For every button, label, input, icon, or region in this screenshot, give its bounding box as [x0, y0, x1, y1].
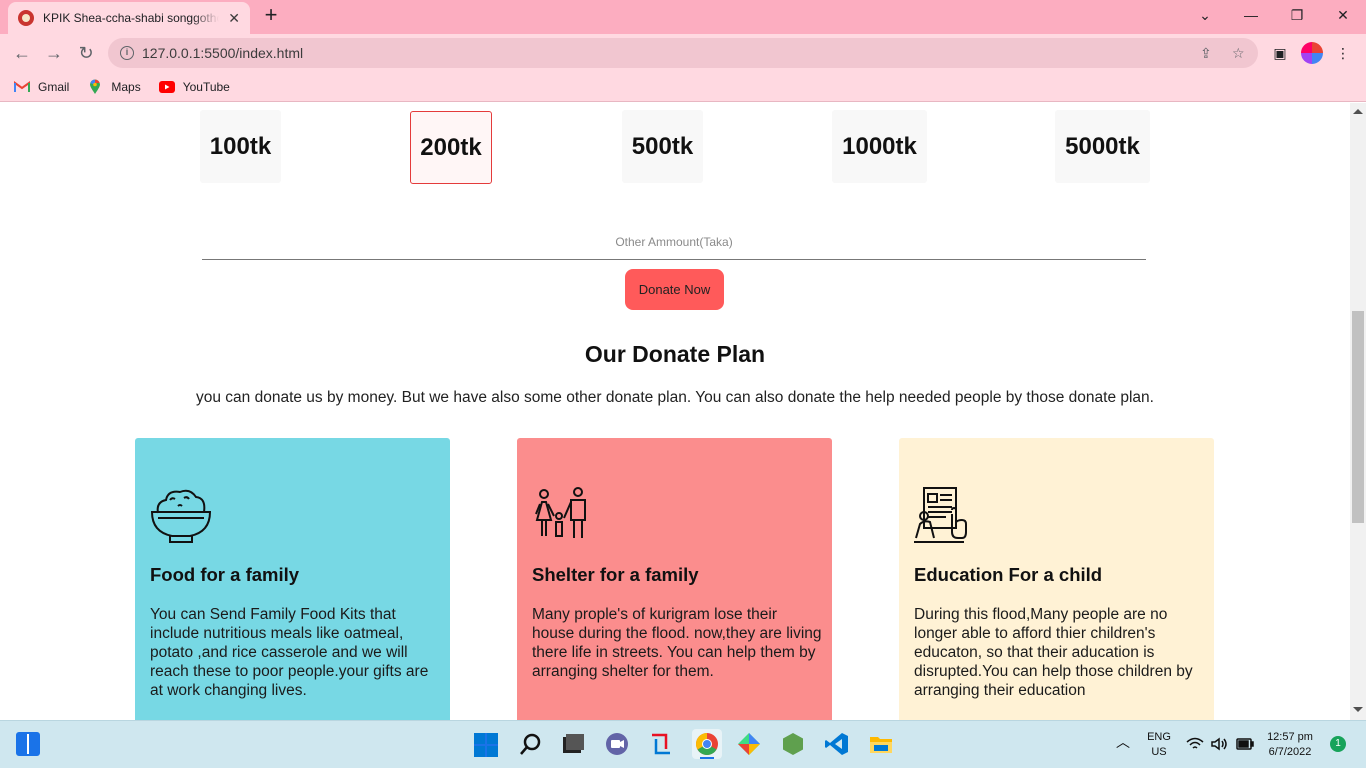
clock-time: 12:57 pm [1267, 731, 1313, 743]
profile-avatar[interactable] [1301, 42, 1323, 64]
donate-now-button[interactable]: Donate Now [625, 269, 724, 310]
clock[interactable]: 12:57 pm 6/7/2022 [1262, 730, 1318, 760]
clock-date: 6/7/2022 [1268, 746, 1312, 758]
tab-active[interactable]: KPIK Shea-ccha-shabi songgothon ✕ [8, 2, 250, 34]
tab-title: KPIK Shea-ccha-shabi songgothon [43, 11, 219, 25]
chrome-icon[interactable] [692, 729, 722, 759]
reload-icon[interactable]: ↻ [73, 40, 99, 66]
card-title: Education For a child [914, 564, 1103, 585]
amount-option-5000[interactable]: 5000tk [1055, 110, 1150, 183]
card-text: Many prople's of kurigram lose their hou… [532, 606, 822, 680]
scroll-down-icon[interactable] [1353, 707, 1363, 712]
bookmark-label: YouTube [182, 79, 230, 94]
family-icon [532, 486, 594, 544]
page-scrollbar[interactable] [1350, 103, 1366, 720]
language-indicator[interactable]: ENG US [1142, 730, 1176, 760]
amount-option-1000[interactable]: 1000tk [832, 110, 927, 183]
minimize-button[interactable]: — [1228, 4, 1274, 28]
side-panel-icon[interactable]: ▣ [1270, 43, 1290, 63]
education-icon [914, 486, 976, 544]
site-favicon-icon [18, 10, 34, 26]
url-text: 127.0.0.1:5500/index.html [142, 45, 304, 61]
tray-overflow-icon[interactable]: ︿ [1116, 735, 1130, 750]
volume-icon[interactable] [1210, 737, 1228, 756]
maps-icon [87, 79, 103, 94]
scroll-thumb[interactable] [1352, 311, 1364, 523]
amount-option-200[interactable]: 200tk [410, 111, 492, 184]
back-icon[interactable]: ← [9, 40, 35, 66]
tab-close-icon[interactable]: ✕ [228, 10, 240, 27]
windows-start-icon[interactable] [474, 733, 498, 757]
site-info-icon[interactable]: i [120, 46, 134, 60]
plan-card-shelter: Shelter for a family Many prople's of ku… [517, 438, 832, 720]
tab-strip: KPIK Shea-ccha-shabi songgothon ✕ + ⌄ — … [0, 0, 1366, 34]
bookmark-youtube[interactable]: YouTube [158, 79, 230, 94]
notification-badge[interactable]: 1 [1330, 736, 1346, 752]
section-title: Our Donate Plan [584, 341, 766, 367]
battery-icon[interactable] [1236, 738, 1254, 755]
taskbar: ︿ ENG US 12:57 pm 6/7/2022 1 [0, 720, 1366, 768]
card-title: Shelter for a family [532, 564, 699, 585]
nodejs-icon[interactable] [780, 731, 806, 757]
bookmark-star-icon[interactable]: ☆ [1232, 45, 1245, 62]
plan-card-education: Education For a child During this flood,… [899, 438, 1214, 720]
new-tab-button[interactable]: + [260, 4, 282, 28]
amount-option-500[interactable]: 500tk [622, 110, 703, 183]
card-text: During this flood,Many people are no lon… [914, 606, 1193, 699]
scroll-up-icon[interactable] [1353, 109, 1363, 114]
search-icon[interactable] [518, 731, 544, 757]
bookmark-label: Gmail [38, 79, 70, 94]
page-content: 100tk 200tk 500tk 1000tk 5000tk Other Am… [0, 103, 1350, 720]
gmail-icon [14, 80, 30, 94]
amount-option-100[interactable]: 100tk [200, 110, 281, 183]
address-bar[interactable]: i 127.0.0.1:5500/index.html ⇪ ☆ [108, 38, 1258, 68]
card-title: Food for a family [150, 564, 300, 585]
card-text: You can Send Family Food Kits that inclu… [150, 606, 429, 699]
browser-window: KPIK Shea-ccha-shabi songgothon ✕ + ⌄ — … [0, 0, 1366, 720]
bookmark-gmail[interactable]: Gmail [14, 80, 69, 94]
youtube-icon [158, 80, 175, 94]
bookmark-label: Maps [111, 79, 141, 94]
input-underline [202, 259, 1146, 260]
bookmark-maps[interactable]: Maps [87, 79, 141, 94]
browser-toolbar: ← → ↻ i 127.0.0.1:5500/index.html ⇪ ☆ ▣ … [0, 34, 1366, 72]
region-code: US [1151, 746, 1167, 758]
close-window-button[interactable]: ✕ [1320, 4, 1366, 28]
vscode-icon[interactable] [824, 731, 850, 757]
share-icon[interactable]: ⇪ [1200, 45, 1212, 62]
snipping-tool-icon[interactable] [648, 731, 674, 757]
file-explorer-icon[interactable] [868, 731, 894, 757]
widgets-icon[interactable] [16, 732, 40, 756]
tab-search-icon[interactable]: ⌄ [1182, 4, 1228, 28]
language-code: ENG [1147, 731, 1171, 743]
wifi-icon[interactable] [1186, 737, 1204, 754]
app-icon[interactable] [736, 731, 762, 757]
other-amount-input[interactable]: Other Ammount(Taka) [202, 235, 1146, 249]
bookmarks-bar: Gmail Maps YouTube [0, 72, 1366, 102]
forward-icon[interactable]: → [41, 40, 67, 66]
restore-button[interactable]: ❐ [1274, 4, 1320, 28]
menu-icon[interactable]: ⋮ [1333, 43, 1353, 63]
task-view-icon[interactable] [560, 731, 586, 757]
plan-card-food: Food for a family You can Send Family Fo… [135, 438, 450, 720]
teams-chat-icon[interactable] [604, 731, 630, 757]
section-description: you can donate us by money. But we have … [196, 389, 1154, 406]
food-bowl-icon [150, 486, 212, 544]
